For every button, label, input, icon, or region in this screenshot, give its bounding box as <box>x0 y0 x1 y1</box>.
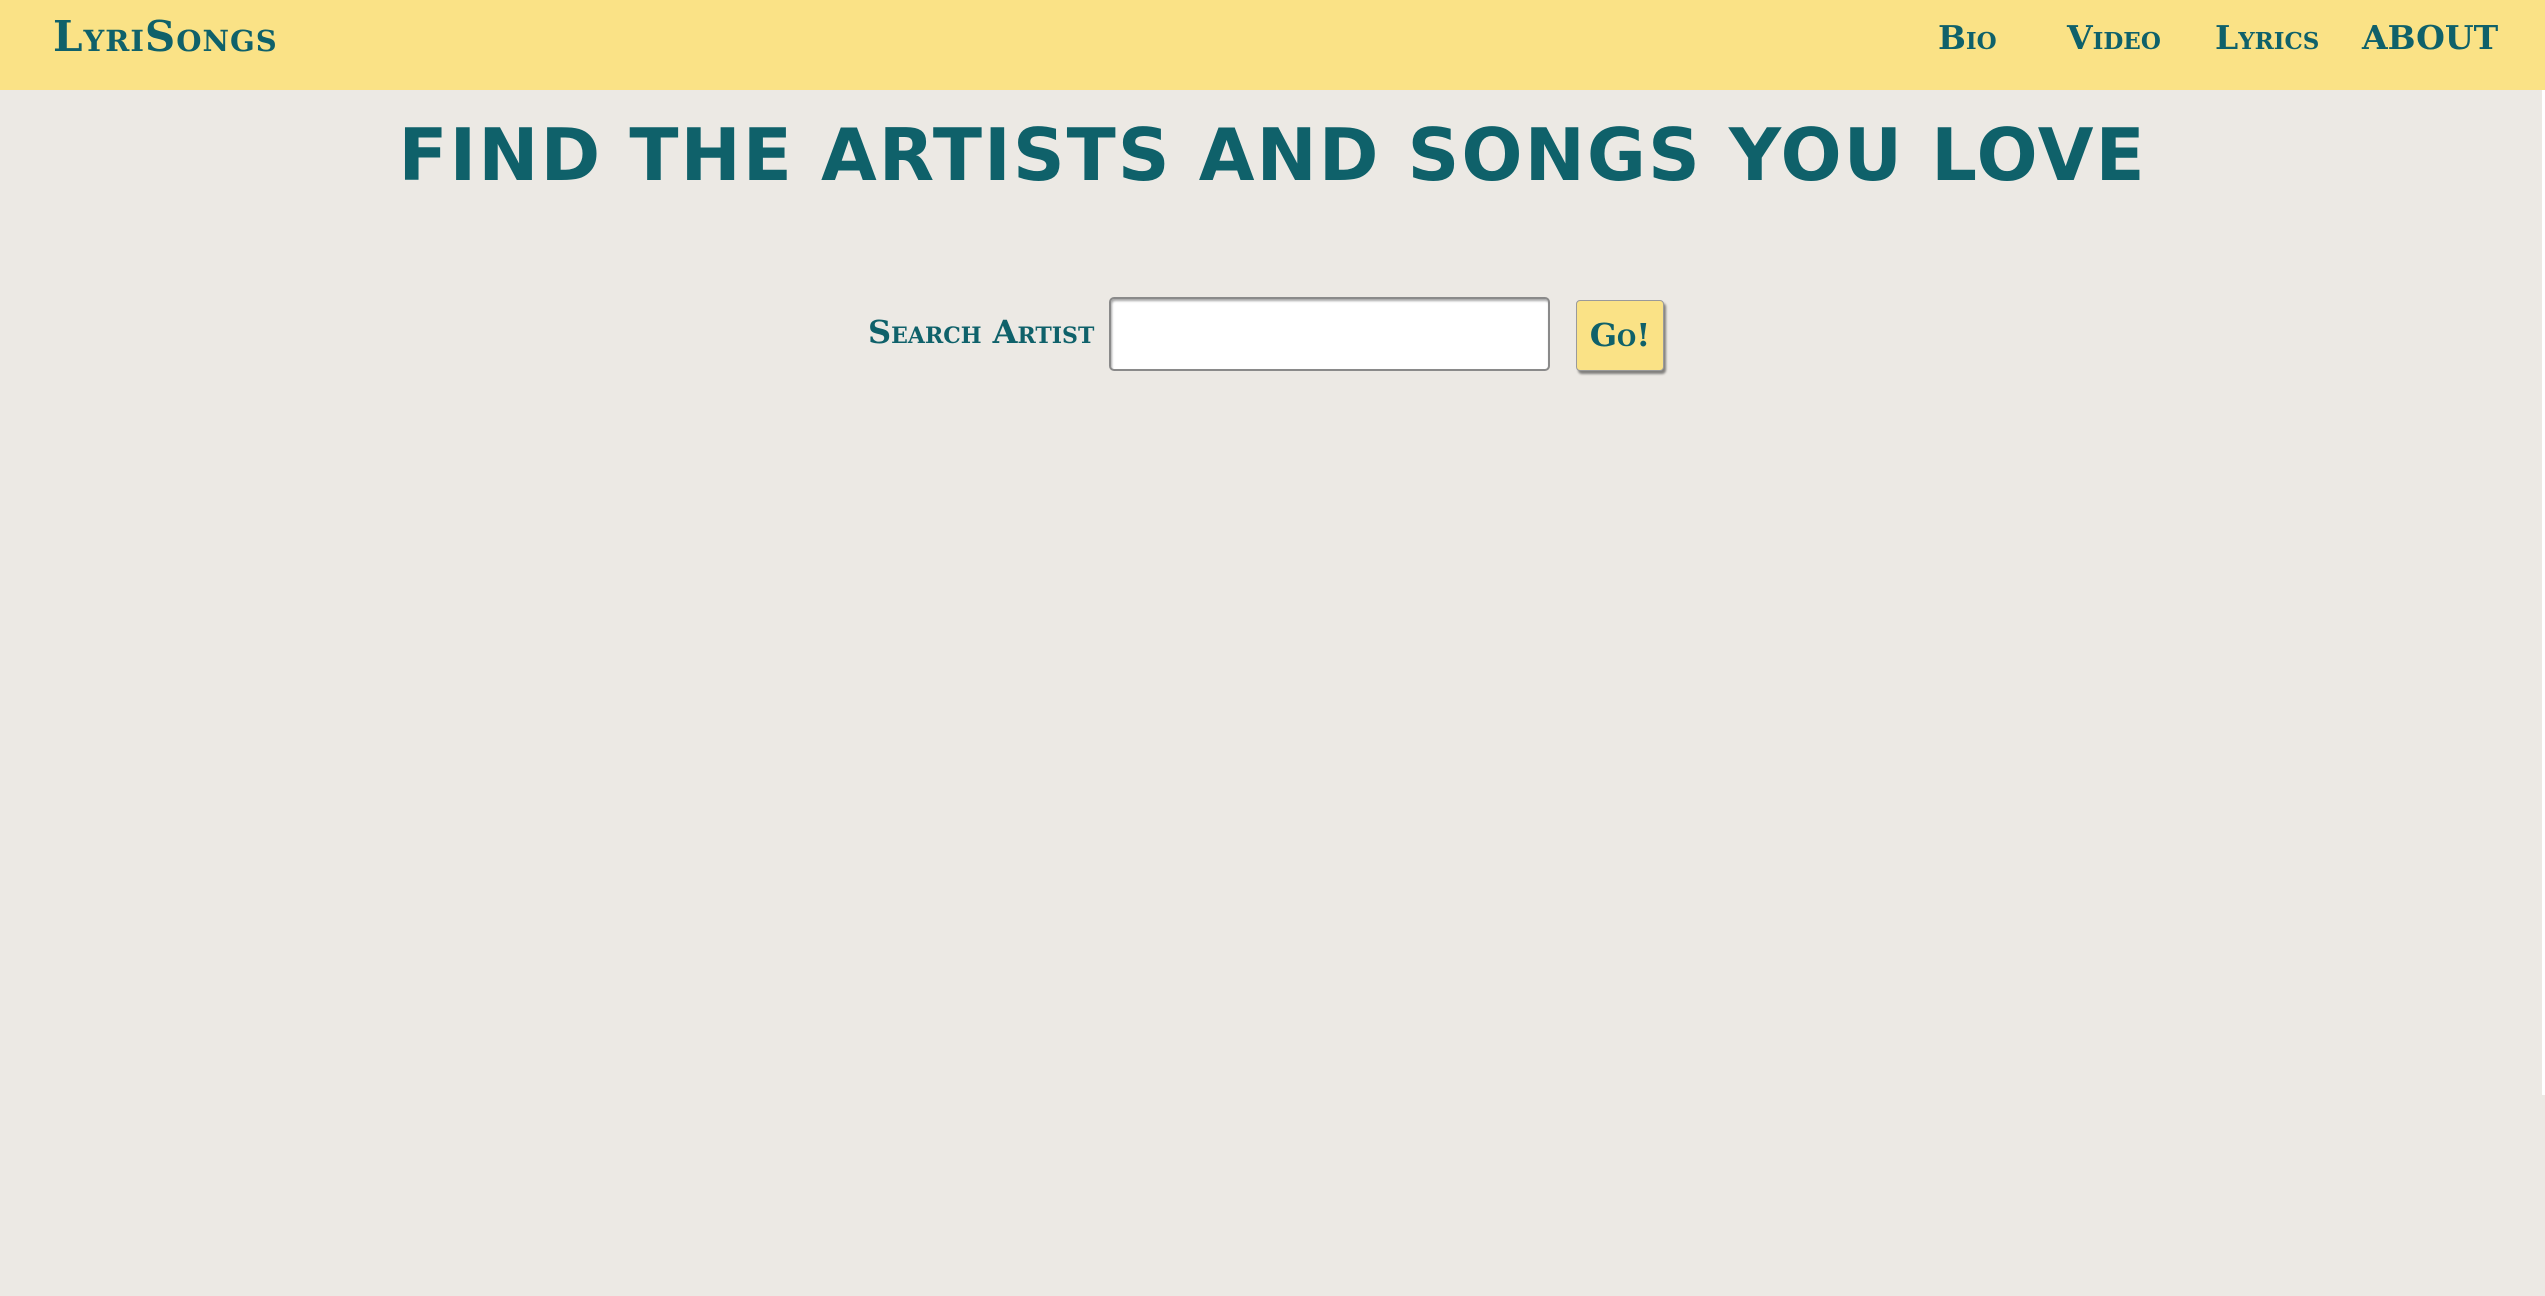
nav-item-video[interactable]: Video <box>2067 18 2161 58</box>
go-button[interactable]: Go! <box>1576 300 1664 371</box>
top-navbar: LyriSongs Bio Video Lyrics ABOUT <box>0 0 2545 90</box>
search-artist-label: Search Artist <box>868 313 1095 351</box>
nav-item-bio[interactable]: Bio <box>1938 18 1997 58</box>
page-title: FIND THE ARTISTS AND SONGS YOU LOVE <box>398 113 2147 197</box>
search-artist-input[interactable] <box>1109 297 1550 371</box>
brand-logo[interactable]: LyriSongs <box>53 14 278 60</box>
nav-item-lyrics[interactable]: Lyrics <box>2215 18 2319 58</box>
nav-item-about[interactable]: ABOUT <box>2362 18 2498 58</box>
